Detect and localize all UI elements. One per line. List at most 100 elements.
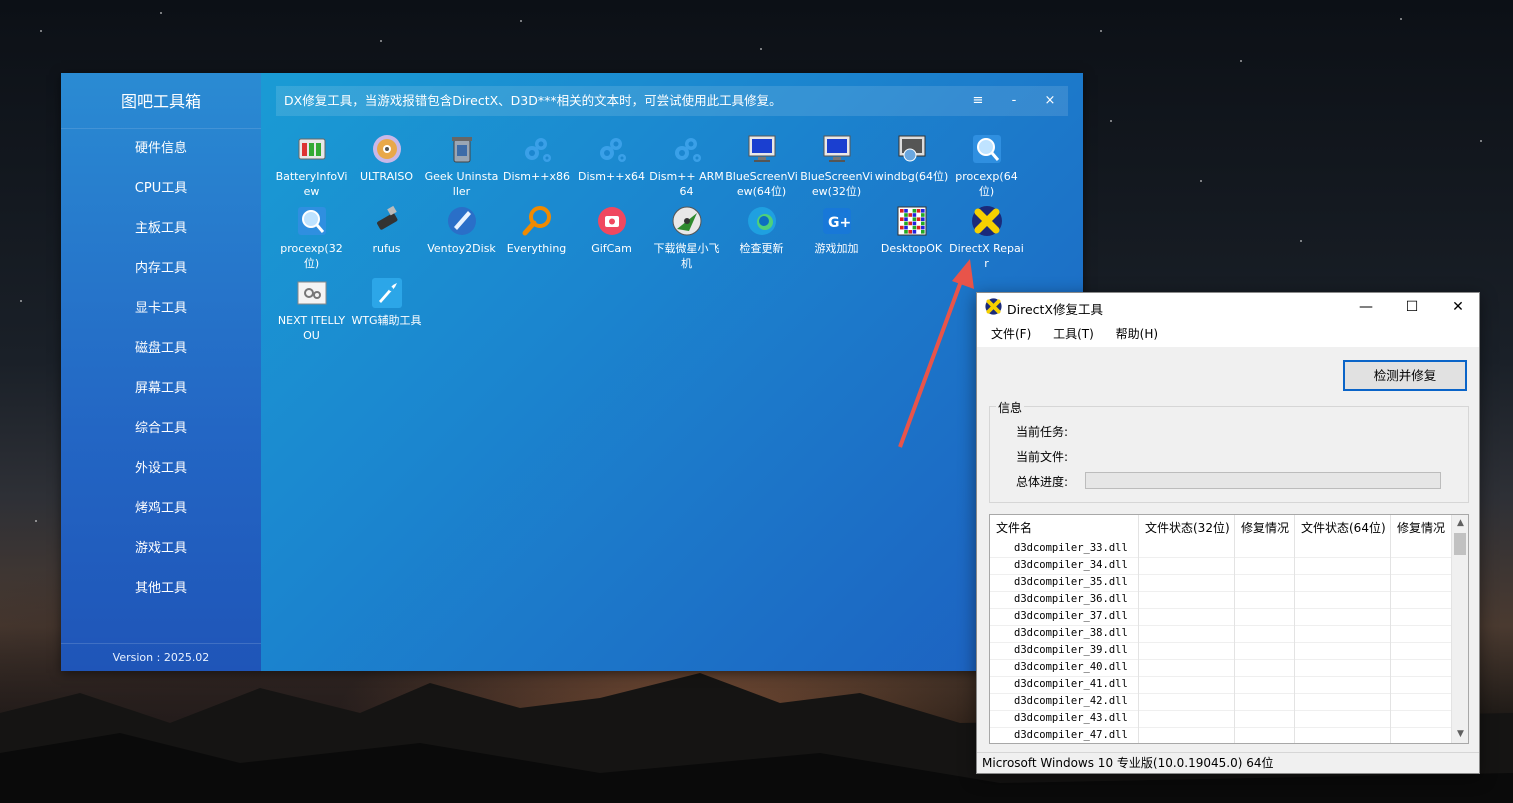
file-list[interactable]: 文件名 文件状态(32位) 修复情况 文件状态(64位) 修复情况 d3dcompile… (989, 514, 1469, 744)
menu-help[interactable]: 帮助(H) (1110, 321, 1164, 347)
table-row[interactable]: d3dcompiler_34.dll (990, 558, 1452, 575)
app-tile[interactable]: Dism++x64 (574, 133, 649, 205)
table-cell (1139, 592, 1235, 609)
app-tile[interactable]: Dism++x86 (499, 133, 574, 205)
app-label: BatteryInfoView (275, 170, 348, 198)
app-tile[interactable]: G+ 游戏加加 (799, 205, 874, 277)
directx-icon (985, 298, 1002, 315)
table-cell (1139, 660, 1235, 677)
detect-and-fix-button[interactable]: 检测并修复 (1343, 360, 1467, 391)
table-row[interactable]: d3dcompiler_37.dll (990, 609, 1452, 626)
table-cell (1391, 541, 1452, 558)
table-row[interactable]: d3dcompiler_35.dll (990, 575, 1452, 592)
dx-titlebar: DirectX修复工具 — ☐ ✕ (977, 293, 1479, 321)
file-name: d3dcompiler_33.dll (1014, 542, 1128, 554)
app-tile[interactable]: procexp(64位) (949, 133, 1024, 205)
sidebar-item[interactable]: 屏幕工具 (61, 369, 261, 409)
app-tile[interactable]: 检查更新 (724, 205, 799, 277)
table-row[interactable]: d3dcompiler_42.dll (990, 694, 1452, 711)
table-cell (1235, 643, 1295, 660)
table-row[interactable]: d3dcompiler_36.dll (990, 592, 1452, 609)
app-tile[interactable]: procexp(32位) (274, 205, 349, 277)
sidebar-item[interactable]: 外设工具 (61, 449, 261, 489)
scroll-thumb[interactable] (1454, 533, 1466, 555)
magnifier-icon (296, 205, 328, 237)
table-cell (1295, 677, 1391, 694)
table-row[interactable]: d3dcompiler_38.dll (990, 626, 1452, 643)
table-row[interactable]: d3dcompiler_40.dll (990, 660, 1452, 677)
table-cell (1139, 558, 1235, 575)
table-cell (1391, 575, 1452, 592)
table-cell (1139, 711, 1235, 728)
sidebar-item[interactable]: 磁盘工具 (61, 329, 261, 369)
sidebar-item[interactable]: 显卡工具 (61, 289, 261, 329)
sidebar-item[interactable]: 硬件信息 (61, 129, 261, 169)
table-cell (1235, 660, 1295, 677)
sidebar-item[interactable]: 综合工具 (61, 409, 261, 449)
sidebar-item[interactable]: 主板工具 (61, 209, 261, 249)
gear-icon (596, 133, 628, 165)
app-tile[interactable]: ULTRAISO (349, 133, 424, 205)
app-tile[interactable]: WTG辅助工具 (349, 277, 424, 349)
app-tile[interactable]: Geek Uninstaller (424, 133, 499, 205)
column-header[interactable]: 修复情况 (1391, 515, 1452, 541)
menu-file[interactable]: 文件(F) (985, 321, 1037, 347)
app-tile[interactable]: BlueScreenView(32位) (799, 133, 874, 205)
app-tile[interactable]: BatteryInfoView (274, 133, 349, 205)
total-progress-label: 总体进度: (1016, 475, 1069, 489)
table-cell (1295, 626, 1391, 643)
file-name: d3dcompiler_47.dll (1014, 729, 1128, 741)
current-file-label: 当前文件: (1016, 450, 1069, 464)
description-bar: DX修复工具，当游戏报错包含DirectX、D3D***相关的文本时，可尝试使用… (276, 86, 1068, 116)
table-cell (1295, 592, 1391, 609)
dx-close-button[interactable]: ✕ (1435, 293, 1481, 321)
column-header[interactable]: 文件状态(32位) (1139, 515, 1235, 541)
app-tile[interactable]: Everything (499, 205, 574, 277)
sidebar-item[interactable]: 其他工具 (61, 569, 261, 609)
table-row[interactable]: d3dcompiler_39.dll (990, 643, 1452, 660)
column-header[interactable]: 文件名 (990, 515, 1139, 541)
menu-tools[interactable]: 工具(T) (1047, 321, 1100, 347)
app-title: 图吧工具箱 (61, 73, 261, 129)
app-tile[interactable]: BlueScreenView(64位) (724, 133, 799, 205)
minimize-button[interactable]: - (996, 86, 1032, 116)
sidebar-item[interactable]: CPU工具 (61, 169, 261, 209)
dx-maximize-button[interactable]: ☐ (1389, 293, 1435, 321)
table-row[interactable]: d3dcompiler_43.dll (990, 711, 1452, 728)
app-tile[interactable]: NEXT ITELLYOU (274, 277, 349, 349)
column-header[interactable]: 文件状态(64位) (1295, 515, 1391, 541)
table-cell (1391, 609, 1452, 626)
app-label: Geek Uninstaller (424, 170, 499, 198)
table-row[interactable]: d3dcompiler_41.dll (990, 677, 1452, 694)
scroll-down-arrow[interactable]: ▼ (1452, 726, 1468, 743)
close-button[interactable]: × (1032, 86, 1068, 116)
sidebar-item[interactable]: 烤鸡工具 (61, 489, 261, 529)
app-tile[interactable]: Ventoy2Disk (424, 205, 499, 277)
app-tile[interactable]: windbg(64位) (874, 133, 949, 205)
grid-icon (896, 205, 928, 237)
app-label: 检查更新 (739, 242, 784, 255)
app-tile[interactable]: 下载微星小飞机 (649, 205, 724, 277)
edge-icon (746, 205, 778, 237)
file-name: d3dcompiler_37.dll (1014, 610, 1128, 622)
app-label: Everything (506, 242, 567, 255)
search-icon (521, 205, 553, 237)
vertical-scrollbar[interactable]: ▲ ▼ (1451, 515, 1468, 743)
menu-button[interactable]: ≡ (960, 86, 996, 116)
dx-minimize-button[interactable]: — (1343, 293, 1389, 321)
info-group: 信息 当前任务: 当前文件: 总体进度: (989, 399, 1469, 503)
column-header[interactable]: 修复情况 (1235, 515, 1295, 541)
app-tile[interactable]: rufus (349, 205, 424, 277)
file-name: d3dcompiler_38.dll (1014, 627, 1128, 639)
app-label: rufus (372, 242, 401, 255)
table-cell (1235, 558, 1295, 575)
table-row[interactable]: d3dcompiler_33.dll (990, 541, 1452, 558)
table-row[interactable]: d3dcompiler_47.dll (990, 728, 1452, 743)
app-label: Ventoy2Disk (427, 242, 496, 255)
ventoy-icon (446, 205, 478, 237)
sidebar-item[interactable]: 游戏工具 (61, 529, 261, 569)
app-tile[interactable]: GifCam (574, 205, 649, 277)
app-tile[interactable]: Dism++ ARM64 (649, 133, 724, 205)
sidebar-item[interactable]: 内存工具 (61, 249, 261, 289)
scroll-up-arrow[interactable]: ▲ (1452, 515, 1468, 532)
